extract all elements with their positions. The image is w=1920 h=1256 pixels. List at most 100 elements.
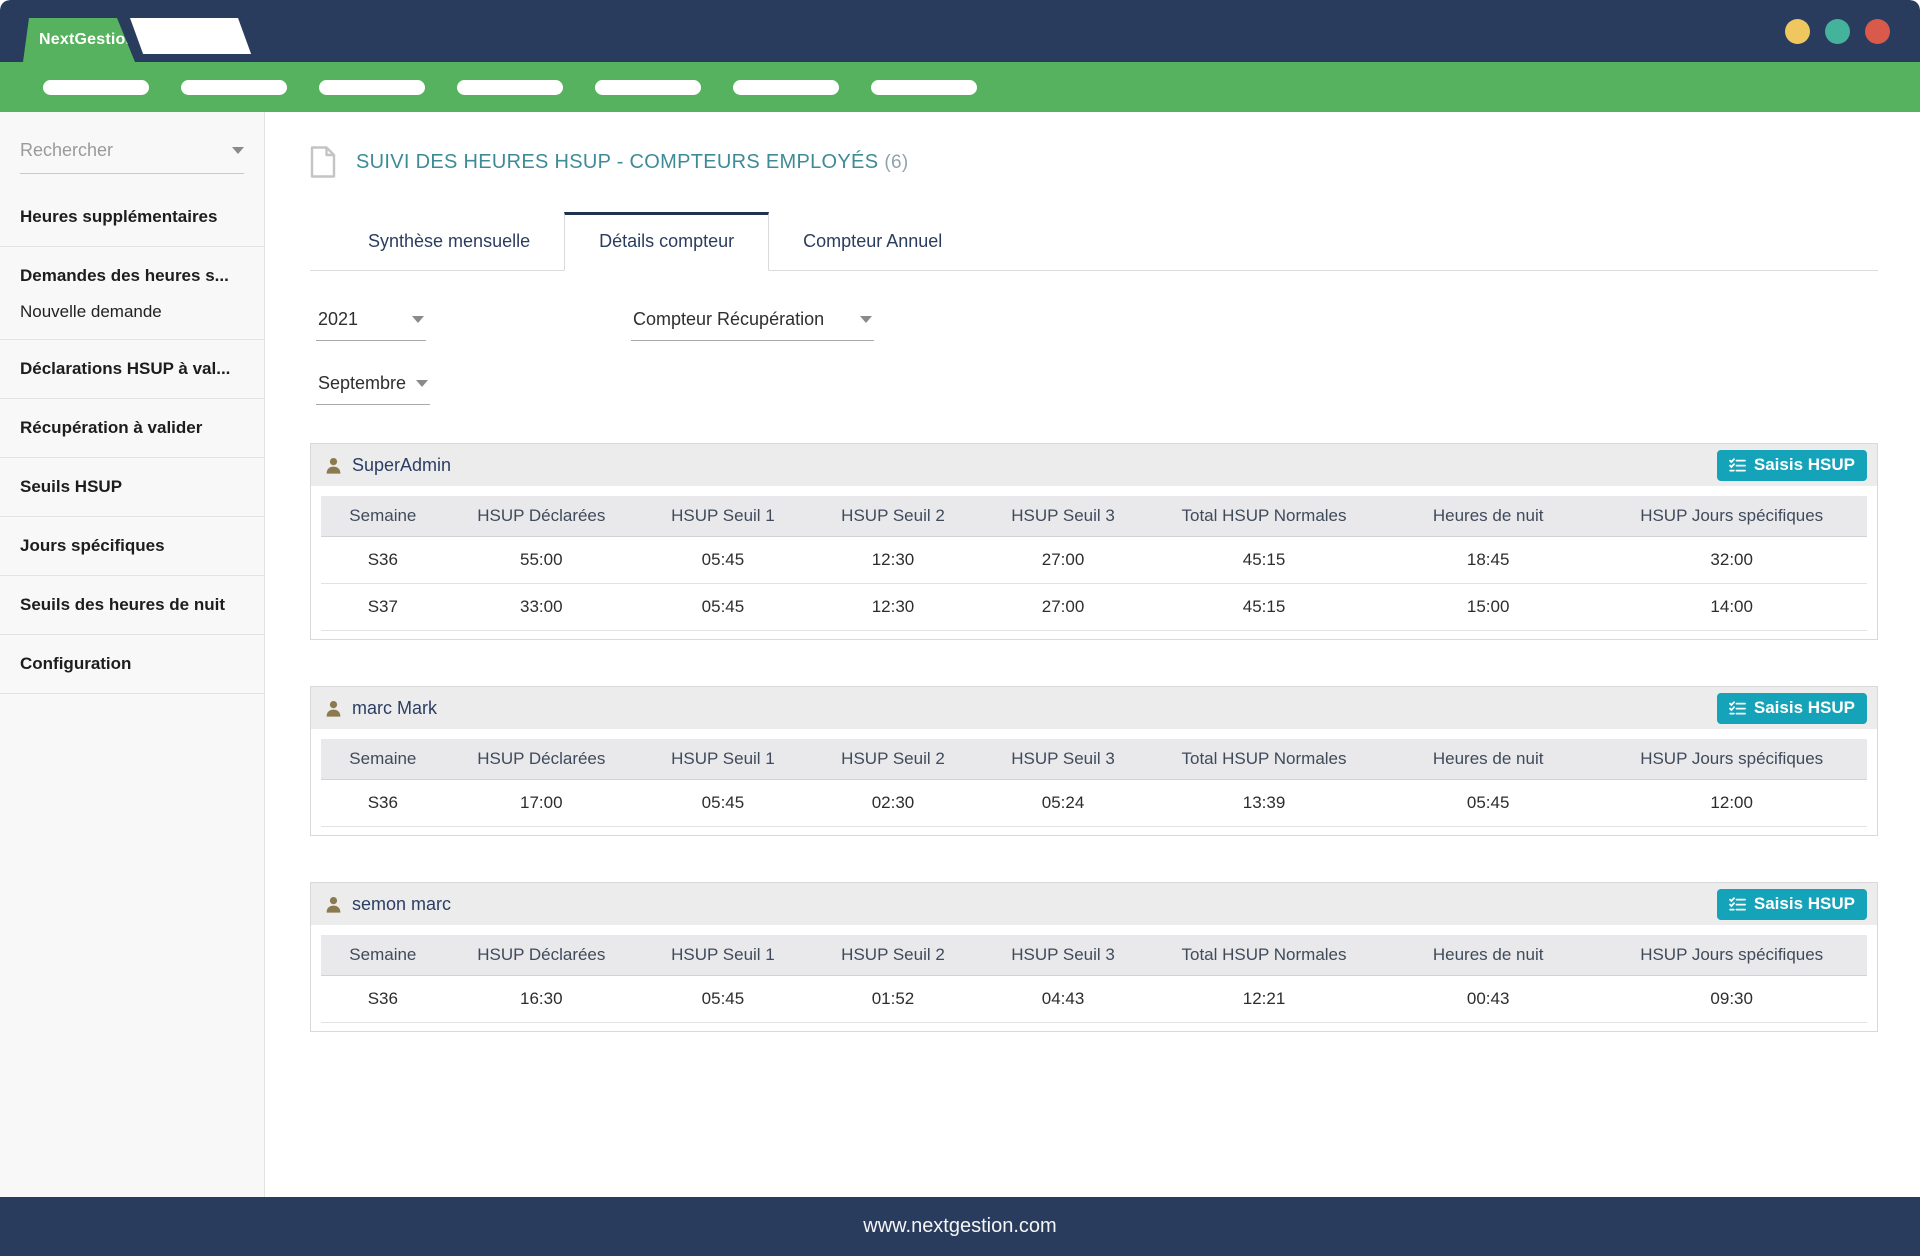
column-header-heures-de-nuit: Heures de nuit (1380, 496, 1596, 537)
sidebar-item-declarations-hsup-a-val[interactable]: Déclarations HSUP à val... (0, 357, 264, 381)
nav-pill[interactable] (457, 80, 563, 95)
page-title-row: SUIVI DES HEURES HSUP - COMPTEURS EMPLOY… (310, 146, 1878, 178)
value-cell: 12:00 (1596, 780, 1867, 827)
column-header-hsup-seuil-1: HSUP Seuil 1 (638, 496, 808, 537)
column-header-hsup-jours-specifiques: HSUP Jours spécifiques (1596, 496, 1867, 537)
value-cell: 27:00 (978, 537, 1148, 584)
sidebar-item-recuperation-a-valider[interactable]: Récupération à valider (0, 416, 264, 440)
table-row: S3617:0005:4502:3005:2413:3905:4512:00 (321, 780, 1867, 827)
teal-window-dot[interactable] (1825, 19, 1850, 44)
value-cell: 27:00 (978, 584, 1148, 631)
brand-tab[interactable]: NextGestion (23, 18, 135, 62)
nav-pill[interactable] (319, 80, 425, 95)
sidebar-group: Demandes des heures s...Nouvelle demande (0, 247, 264, 340)
month-select[interactable]: Septembre (316, 373, 430, 405)
search-placeholder: Rechercher (20, 140, 113, 161)
column-header-hsup-seuil-3: HSUP Seuil 3 (978, 935, 1148, 976)
hsup-table: SemaineHSUP DéclaréesHSUP Seuil 1HSUP Se… (321, 935, 1867, 1023)
saisis-hsup-button-label: Saisis HSUP (1754, 455, 1855, 475)
tab-compteur-annuel[interactable]: Compteur Annuel (769, 212, 976, 270)
main-nav-bar (0, 62, 1920, 112)
table-header-row: SemaineHSUP DéclaréesHSUP Seuil 1HSUP Se… (321, 739, 1867, 780)
header-decorative-shape (130, 18, 251, 54)
sidebar-subitem-nouvelle-demande[interactable]: Nouvelle demande (0, 288, 264, 322)
sidebar-item-configuration[interactable]: Configuration (0, 652, 264, 676)
value-cell: 12:30 (808, 584, 978, 631)
month-select-value: Septembre (318, 373, 406, 394)
value-cell: 17:00 (445, 780, 638, 827)
counter-type-select-value: Compteur Récupération (633, 309, 824, 330)
brand-logo-text: NextGestion (23, 31, 135, 49)
sidebar-group: Seuils des heures de nuit (0, 576, 264, 635)
yellow-window-dot[interactable] (1785, 19, 1810, 44)
value-cell: 45:15 (1148, 584, 1380, 631)
sidebar: Rechercher Heures supplémentaires Demande… (0, 112, 265, 1197)
value-cell: 14:00 (1596, 584, 1867, 631)
sidebar-item-demandes-des-heures-s[interactable]: Demandes des heures s... (0, 264, 264, 288)
saisis-hsup-button[interactable]: Saisis HSUP (1717, 693, 1867, 724)
sidebar-item-seuils-hsup[interactable]: Seuils HSUP (0, 475, 264, 499)
value-cell: 01:52 (808, 976, 978, 1023)
sidebar-menu: Heures supplémentaires Demandes des heure… (0, 188, 264, 694)
tab-synthese-mensuelle[interactable]: Synthèse mensuelle (334, 212, 564, 270)
person-icon (325, 700, 342, 717)
nav-pill[interactable] (43, 80, 149, 95)
employee-panel: semon marcSaisis HSUP SemaineHSUP Déclaré… (310, 882, 1878, 1032)
sidebar-item-seuils-des-heures-de-nuit[interactable]: Seuils des heures de nuit (0, 593, 264, 617)
column-header-hsup-jours-specifiques: HSUP Jours spécifiques (1596, 935, 1867, 976)
value-cell: 33:00 (445, 584, 638, 631)
value-cell: 05:45 (638, 780, 808, 827)
checklist-icon (1729, 701, 1746, 716)
chevron-down-icon (860, 316, 872, 323)
page-title-count: (6) (884, 152, 908, 173)
year-select-value: 2021 (318, 309, 358, 330)
column-header-hsup-seuil-1: HSUP Seuil 1 (638, 935, 808, 976)
employee-name: SuperAdmin (352, 455, 451, 476)
nav-pill[interactable] (733, 80, 839, 95)
nav-pill[interactable] (181, 80, 287, 95)
value-cell: 02:30 (808, 780, 978, 827)
column-header-hsup-seuil-1: HSUP Seuil 1 (638, 739, 808, 780)
nav-pill[interactable] (595, 80, 701, 95)
person-icon (325, 457, 342, 474)
table-header-row: SemaineHSUP DéclaréesHSUP Seuil 1HSUP Se… (321, 935, 1867, 976)
filters-row: 2021 Compteur Récupération Septembre (310, 309, 1878, 443)
checklist-icon (1729, 897, 1746, 912)
footer-url[interactable]: www.nextgestion.com (863, 1215, 1056, 1238)
footer-bar: www.nextgestion.com (0, 1197, 1920, 1256)
red-window-dot[interactable] (1865, 19, 1890, 44)
sidebar-item-jours-specifiques[interactable]: Jours spécifiques (0, 534, 264, 558)
counter-type-select[interactable]: Compteur Récupération (631, 309, 874, 341)
column-header-hsup-declarees: HSUP Déclarées (445, 739, 638, 780)
column-header-hsup-seuil-3: HSUP Seuil 3 (978, 496, 1148, 537)
employee-panel-header: semon marcSaisis HSUP (311, 883, 1877, 925)
checklist-icon (1729, 458, 1746, 473)
saisis-hsup-button-label: Saisis HSUP (1754, 894, 1855, 914)
nav-pill[interactable] (871, 80, 977, 95)
app-window: NextGestion Rechercher Heures supplément… (0, 0, 1920, 1256)
saisis-hsup-button[interactable]: Saisis HSUP (1717, 450, 1867, 481)
column-header-hsup-declarees: HSUP Déclarées (445, 496, 638, 537)
page-title: SUIVI DES HEURES HSUP - COMPTEURS EMPLOY… (356, 151, 908, 174)
employee-panel: SuperAdmin Saisis HSUP SemaineHSUP Déclaré… (310, 443, 1878, 640)
value-cell: 05:45 (638, 537, 808, 584)
week-cell: S36 (321, 780, 445, 827)
column-header-heures-de-nuit: Heures de nuit (1380, 739, 1596, 780)
sidebar-group: Récupération à valider (0, 399, 264, 458)
search-input[interactable]: Rechercher (20, 140, 244, 174)
main-content: SUIVI DES HEURES HSUP - COMPTEURS EMPLOY… (265, 112, 1920, 1197)
value-cell: 55:00 (445, 537, 638, 584)
sidebar-group: Seuils HSUP (0, 458, 264, 517)
column-header-total-hsup-normales: Total HSUP Normales (1148, 935, 1380, 976)
top-header-bar: NextGestion (0, 0, 1920, 62)
sidebar-group: Jours spécifiques (0, 517, 264, 576)
tab-details-compteur[interactable]: Détails compteur (564, 212, 769, 271)
table-header-row: SemaineHSUP DéclaréesHSUP Seuil 1HSUP Se… (321, 496, 1867, 537)
column-header-hsup-declarees: HSUP Déclarées (445, 935, 638, 976)
year-select[interactable]: 2021 (316, 309, 426, 341)
hsup-table: SemaineHSUP DéclaréesHSUP Seuil 1HSUP Se… (321, 739, 1867, 827)
value-cell: 12:21 (1148, 976, 1380, 1023)
week-cell: S37 (321, 584, 445, 631)
saisis-hsup-button[interactable]: Saisis HSUP (1717, 889, 1867, 920)
sidebar-item-heures-supplementaires[interactable]: Heures supplémentaires (0, 205, 264, 229)
